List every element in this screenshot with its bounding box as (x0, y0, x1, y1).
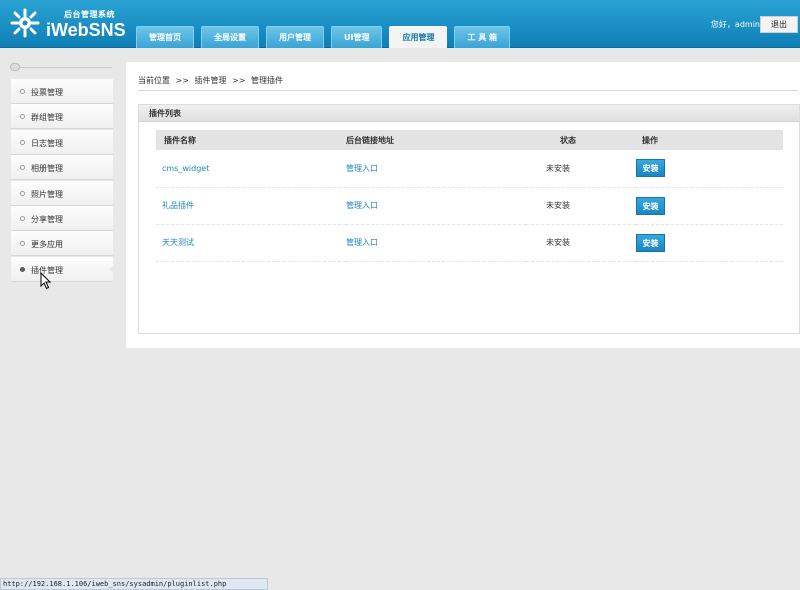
main-nav: 管理首页 全局设置 用户管理 UI管理 应用管理 工 具 箱 (136, 26, 517, 48)
browser-status-bar: http://192.168.1.106/iweb_sns/sysadmin/p… (0, 578, 268, 590)
active-pointer-icon (109, 264, 114, 273)
logout-button[interactable]: 退出 (760, 16, 798, 33)
logo-icon (10, 8, 40, 38)
bullet-icon (20, 165, 25, 171)
column-header: 后台链接地址 (346, 130, 526, 150)
panel-title: 插件列表 (139, 105, 799, 122)
plugin-name-link[interactable]: 礼品插件 (162, 201, 194, 210)
bullet-icon (20, 89, 25, 94)
collapse-knob-icon[interactable] (10, 63, 20, 71)
table-header-row: 插件名称 后台链接地址 状态 操作 (156, 130, 783, 150)
bullet-icon (20, 114, 25, 120)
sidebar-item-vote[interactable]: 投票管理 (11, 79, 113, 104)
logo-subtitle: 后台管理系统 (64, 10, 115, 19)
install-button[interactable]: 安装 (636, 233, 665, 252)
sidebar: 投票管理 群组管理 日志管理 相册管理 照片管理 分享管理 更多应用 插件管理 (0, 49, 126, 590)
sidebar-menu: 投票管理 群组管理 日志管理 相册管理 照片管理 分享管理 更多应用 插件管理 (11, 79, 114, 282)
breadcrumb-item: 当前位置 (138, 76, 170, 85)
plugin-table: 插件名称 后台链接地址 状态 操作 cms_widget 管理入口 未安装 安装… (156, 130, 783, 262)
bullet-icon (20, 139, 25, 145)
logo-name: iWebSNS (46, 20, 126, 40)
tab-toolbox[interactable]: 工 具 箱 (454, 26, 511, 48)
admin-entry-link[interactable]: 管理入口 (346, 238, 378, 247)
sidebar-item-group[interactable]: 群组管理 (11, 104, 113, 130)
sidebar-item-plugins[interactable]: 插件管理 (11, 256, 114, 282)
bullet-icon (20, 241, 25, 247)
sidebar-item-label: 日志管理 (31, 138, 63, 148)
column-header: 状态 (526, 130, 636, 150)
tab-app-management[interactable]: 应用管理 (389, 26, 448, 48)
breadcrumb-item: 管理插件 (251, 76, 283, 85)
sidebar-item-blog[interactable]: 日志管理 (11, 129, 113, 155)
column-header: 操作 (636, 130, 783, 150)
admin-entry-link[interactable]: 管理入口 (346, 164, 378, 173)
bullet-icon (20, 266, 25, 272)
status-text: 未安装 (546, 238, 570, 247)
plugin-list-panel: 插件列表 插件名称 后台链接地址 状态 操作 cms_widget 管理入口 未… (138, 104, 800, 334)
bullet-icon (20, 190, 25, 196)
logo[interactable]: 后台管理系统 iWebSNS (10, 6, 130, 42)
install-button[interactable]: 安装 (636, 159, 665, 178)
plugin-name-link[interactable]: 天天测试 (162, 238, 194, 247)
sidebar-item-label: 群组管理 (31, 113, 63, 123)
table-row: 礼品插件 管理入口 未安装 安装 (156, 187, 783, 225)
table-row: 天天测试 管理入口 未安装 安装 (156, 224, 783, 262)
tab-global-settings[interactable]: 全局设置 (201, 26, 259, 48)
sidebar-collapse-handle[interactable] (10, 63, 114, 71)
tab-ui-management[interactable]: UI管理 (331, 26, 383, 48)
user-greeting: 您好，admin (710, 20, 760, 29)
top-header: 后台管理系统 iWebSNS 管理首页 全局设置 用户管理 UI管理 应用管理 … (0, 0, 800, 48)
sidebar-item-label: 照片管理 (31, 189, 63, 199)
column-header: 插件名称 (156, 130, 346, 150)
plugin-name-link[interactable]: cms_widget (162, 164, 209, 173)
admin-entry-link[interactable]: 管理入口 (346, 201, 378, 210)
sidebar-item-album[interactable]: 相册管理 (11, 155, 113, 181)
tab-home[interactable]: 管理首页 (136, 26, 194, 48)
breadcrumb-separator: >> (232, 76, 246, 85)
tab-user-management[interactable]: 用户管理 (266, 26, 324, 48)
sidebar-item-label: 相册管理 (31, 164, 63, 174)
status-text: 未安装 (546, 163, 570, 173)
sidebar-item-photo[interactable]: 照片管理 (11, 180, 113, 206)
table-row: cms_widget 管理入口 未安装 安装 (156, 150, 783, 188)
sidebar-item-label: 投票管理 (31, 88, 63, 97)
sidebar-divider (18, 67, 112, 68)
bullet-icon (20, 215, 25, 221)
install-button[interactable]: 安装 (636, 196, 665, 215)
sidebar-item-share[interactable]: 分享管理 (11, 205, 113, 231)
breadcrumb-item[interactable]: 插件管理 (195, 76, 227, 85)
breadcrumb-separator: >> (175, 76, 189, 85)
breadcrumb: 当前位置 >> 插件管理 >> 管理插件 (138, 75, 798, 91)
sidebar-item-label: 更多应用 (31, 240, 63, 250)
mouse-cursor-icon (40, 272, 52, 290)
status-text: 未安装 (546, 201, 570, 210)
sidebar-item-more-apps[interactable]: 更多应用 (11, 231, 113, 257)
sidebar-item-label: 分享管理 (31, 214, 63, 224)
main-content: 当前位置 >> 插件管理 >> 管理插件 插件列表 插件名称 后台链接地址 状态… (126, 62, 800, 348)
